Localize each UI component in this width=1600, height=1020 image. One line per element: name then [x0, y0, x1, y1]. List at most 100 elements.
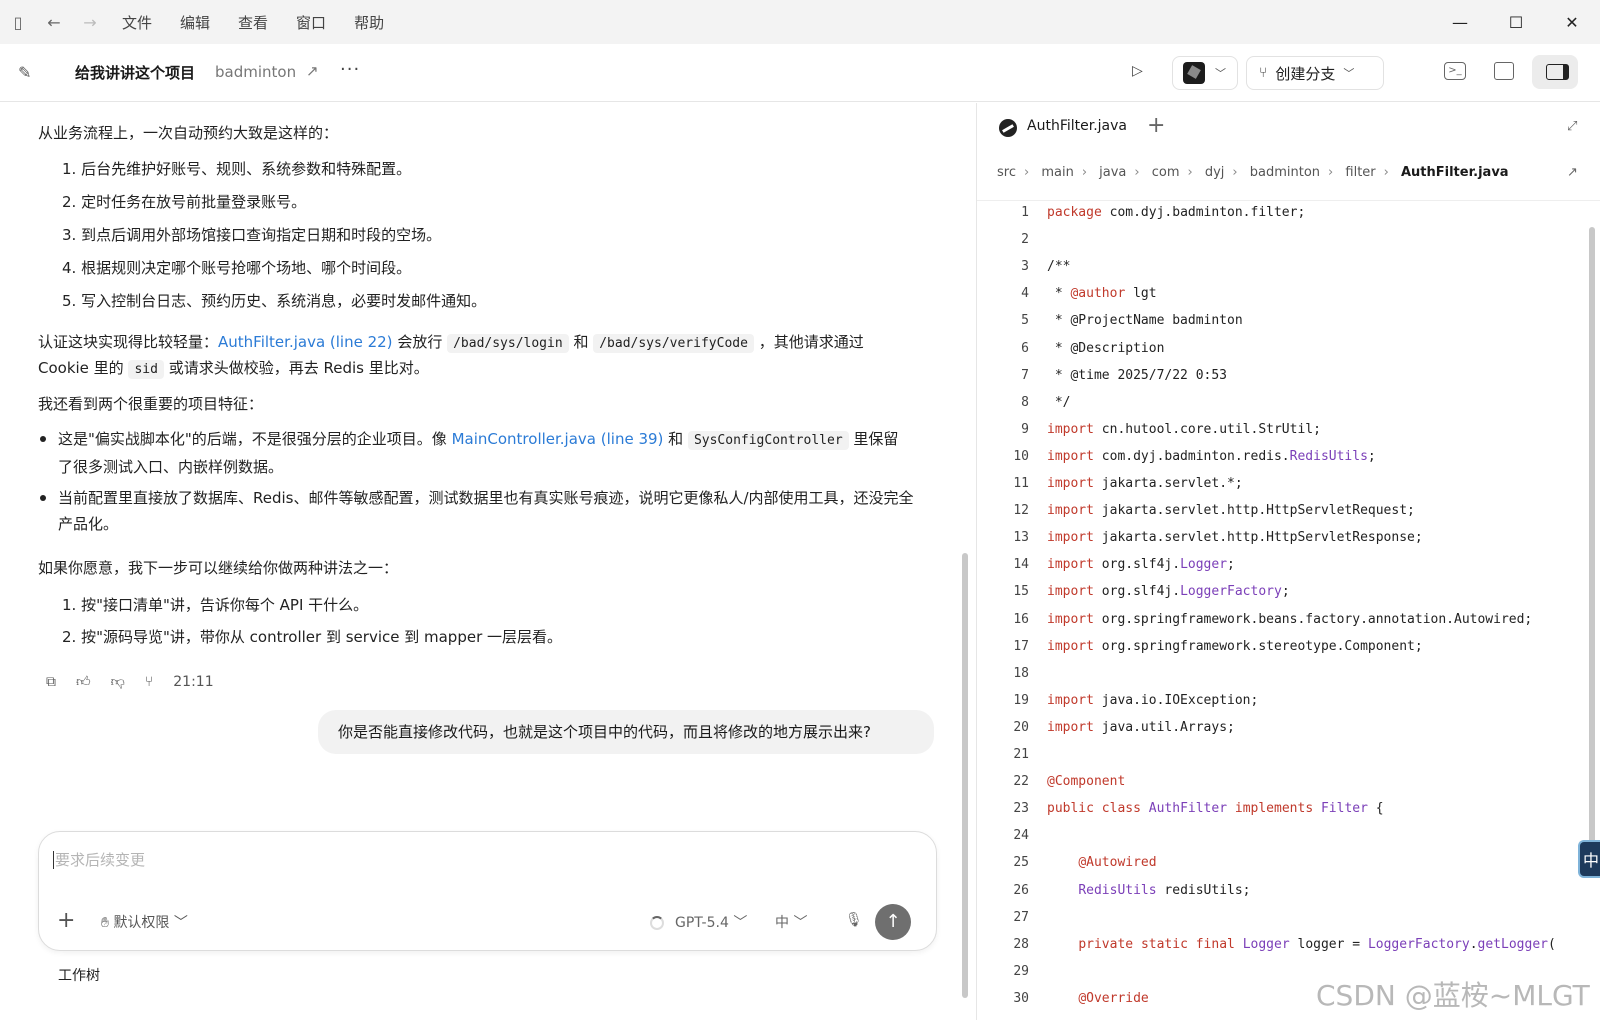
- back-arrow-icon[interactable]: ←: [36, 0, 72, 44]
- breadcrumb-item[interactable]: java: [1099, 165, 1126, 180]
- breadcrumb-item[interactable]: badminton: [1250, 165, 1320, 180]
- branch-icon: ⑂: [1259, 65, 1268, 81]
- chevron-down-icon: ﹀: [1343, 67, 1355, 80]
- list-item: 1. 按"接口清单"讲，告诉你每个 API 干什么。: [62, 596, 369, 614]
- code-line: import jakarta.servlet.*;: [1047, 476, 1243, 491]
- menu-window[interactable]: 窗口: [296, 12, 326, 33]
- breadcrumb-current[interactable]: AuthFilter.java: [1401, 165, 1509, 180]
- line-number: 12: [1013, 503, 1029, 519]
- scrollbar-thumb[interactable]: [1589, 227, 1595, 867]
- inline-code: SysConfigController: [687, 431, 849, 450]
- thumbs-up-icon[interactable]: 👍︎: [76, 673, 91, 690]
- breadcrumb-item[interactable]: com: [1152, 165, 1180, 180]
- copy-icon[interactable]: ⧉: [46, 674, 56, 690]
- branch-icon[interactable]: ⑂: [145, 674, 153, 690]
- open-external-icon[interactable]: ↗: [1567, 165, 1578, 180]
- environment-cube-icon: [1183, 62, 1205, 84]
- menu-edit[interactable]: 编辑: [180, 12, 210, 33]
- line-number: 23: [1013, 801, 1029, 817]
- thumbs-down-icon[interactable]: 👎︎: [111, 673, 125, 690]
- text-caret: [53, 851, 54, 869]
- more-options-icon[interactable]: ···: [340, 59, 360, 80]
- line-number: 10: [1013, 448, 1029, 464]
- code-line: import org.slf4j.Logger;: [1047, 557, 1235, 573]
- code-line: import cn.hutool.core.util.StrUtil;: [1047, 421, 1321, 437]
- add-tab-icon[interactable]: +: [1147, 113, 1165, 138]
- expand-icon[interactable]: ⤢: [1567, 119, 1577, 134]
- list-item: 2. 定时任务在放号前批量登录账号。: [62, 193, 307, 211]
- environment-selector[interactable]: ﹀: [1172, 56, 1238, 90]
- breadcrumb-item[interactable]: filter: [1345, 165, 1375, 180]
- language-selector[interactable]: 中 ﹀: [775, 912, 807, 932]
- line-number: 19: [1013, 692, 1029, 708]
- project-name[interactable]: badminton: [215, 63, 296, 81]
- app-window: ▯ ← → 文件 编辑 查看 窗口 帮助 — ☐ ✕ ✎ 给我讲讲这个项目 ba…: [0, 0, 1600, 1020]
- java-file-icon: [999, 119, 1017, 137]
- new-chat-edit-icon[interactable]: ✎: [18, 63, 38, 83]
- maincontroller-link[interactable]: MainController.java (line 39): [452, 430, 664, 448]
- create-branch-button[interactable]: ⑂ 创建分支 ﹀: [1246, 56, 1384, 90]
- line-number: 22: [1013, 774, 1029, 790]
- create-branch-label: 创建分支: [1275, 64, 1336, 83]
- breadcrumb-item[interactable]: main: [1041, 165, 1073, 180]
- windows-icon[interactable]: [1494, 62, 1514, 80]
- auth-text: ，其他请求通过: [753, 333, 864, 351]
- minimize-button[interactable]: —: [1432, 0, 1488, 44]
- loading-spinner-icon: [650, 916, 664, 930]
- code-line: import jakarta.servlet.http.HttpServletR…: [1047, 530, 1423, 546]
- line-number: 21: [1013, 747, 1029, 762]
- menu-file[interactable]: 文件: [122, 12, 152, 33]
- worktree-label[interactable]: 工作树: [58, 965, 100, 985]
- paragraph-next-intro: 如果你愿意，我下一步可以继续给你做两种讲法之一：: [38, 559, 399, 577]
- line-number: 7: [1021, 367, 1029, 383]
- close-button[interactable]: ✕: [1544, 0, 1600, 44]
- line-number: 24: [1013, 828, 1029, 844]
- auth-text: 和: [568, 333, 594, 351]
- menu-help[interactable]: 帮助: [354, 12, 384, 33]
- inline-code: /bad/sys/login: [447, 334, 569, 353]
- code-line: import java.io.IOException;: [1047, 692, 1259, 708]
- line-number: 26: [1013, 882, 1029, 898]
- maximize-button[interactable]: ☐: [1488, 0, 1544, 44]
- auth-text: 会放行: [392, 333, 448, 351]
- run-icon[interactable]: ▷: [1132, 63, 1143, 79]
- chat-scrollbar[interactable]: [960, 103, 970, 1020]
- permission-label: 默认权限: [113, 915, 170, 931]
- inline-code: sid: [128, 360, 164, 379]
- chat-panel: 从业务流程上，一次自动预约大致是这样的： 1. 后台先维护好账号、规则、系统参数…: [0, 103, 960, 1020]
- user-message-bubble: 你是否能直接修改代码，也就是这个项目中的代码，而且将修改的地方展示出来?: [318, 710, 934, 754]
- model-selector[interactable]: GPT-5.4 ﹀: [675, 912, 747, 932]
- auth-text: 或请求头做校验，再去 Redis 里比对。: [163, 359, 429, 377]
- breadcrumb-item[interactable]: src: [997, 165, 1016, 180]
- send-button[interactable]: ↑: [875, 904, 911, 940]
- menu-view[interactable]: 查看: [238, 12, 268, 33]
- code-editor[interactable]: 1 package com.dyj.badminton.filter; 2 3/** 4…: [977, 200, 1600, 1020]
- code-line: * @author lgt: [1047, 286, 1157, 302]
- terminal-icon[interactable]: >_: [1444, 62, 1466, 80]
- list-item: 4. 根据规则决定哪个账号抢哪个场地、哪个时间段。: [62, 259, 412, 277]
- open-external-icon[interactable]: ↗: [306, 62, 319, 80]
- feature-text: 了很多测试入口、内嵌样例数据。: [58, 458, 284, 476]
- authfilter-link[interactable]: AuthFilter.java (line 22): [218, 333, 393, 351]
- code-line: import org.springframework.beans.factory…: [1047, 611, 1533, 627]
- code-line: @Autowired: [1078, 855, 1157, 871]
- feature-2: 当前配置里直接放了数据库、Redis、邮件等敏感配置，测试数据里也有真实账号痕迹…: [58, 489, 914, 533]
- permission-selector[interactable]: ✋︎ 默认权限 ﹀: [101, 912, 188, 932]
- scrollbar-thumb[interactable]: [962, 553, 968, 998]
- editor-tab-bar: AuthFilter.java + ⤢: [977, 103, 1600, 153]
- model-label: GPT-5.4: [675, 915, 729, 931]
- composer-input[interactable]: 要求后续变更: [55, 849, 145, 870]
- chevron-down-icon: ﹀: [1215, 67, 1226, 80]
- sidebar-toggle-icon[interactable]: ▯: [0, 0, 36, 44]
- breadcrumb-item[interactable]: dyj: [1205, 165, 1225, 180]
- add-attachment-icon[interactable]: +: [57, 908, 75, 933]
- feature-text: 这是"偏实战脚本化"的后端，不是很强分层的企业项目。像: [58, 430, 452, 448]
- ime-indicator: 中: [1578, 840, 1600, 878]
- title-bar: ▯ ← → 文件 编辑 查看 窗口 帮助 — ☐ ✕: [0, 0, 1600, 44]
- code-scrollbar[interactable]: [1587, 227, 1597, 867]
- composer[interactable]: 要求后续变更 + ✋︎ 默认权限 ﹀ GPT-5.4 ﹀ 中 ﹀ 🎙︎ ↑: [38, 831, 937, 951]
- tab-authfilter[interactable]: AuthFilter.java: [1027, 118, 1127, 134]
- microphone-icon[interactable]: 🎙︎: [845, 912, 863, 928]
- toggle-side-panel-button[interactable]: [1532, 55, 1578, 89]
- forward-arrow-icon[interactable]: →: [72, 0, 108, 44]
